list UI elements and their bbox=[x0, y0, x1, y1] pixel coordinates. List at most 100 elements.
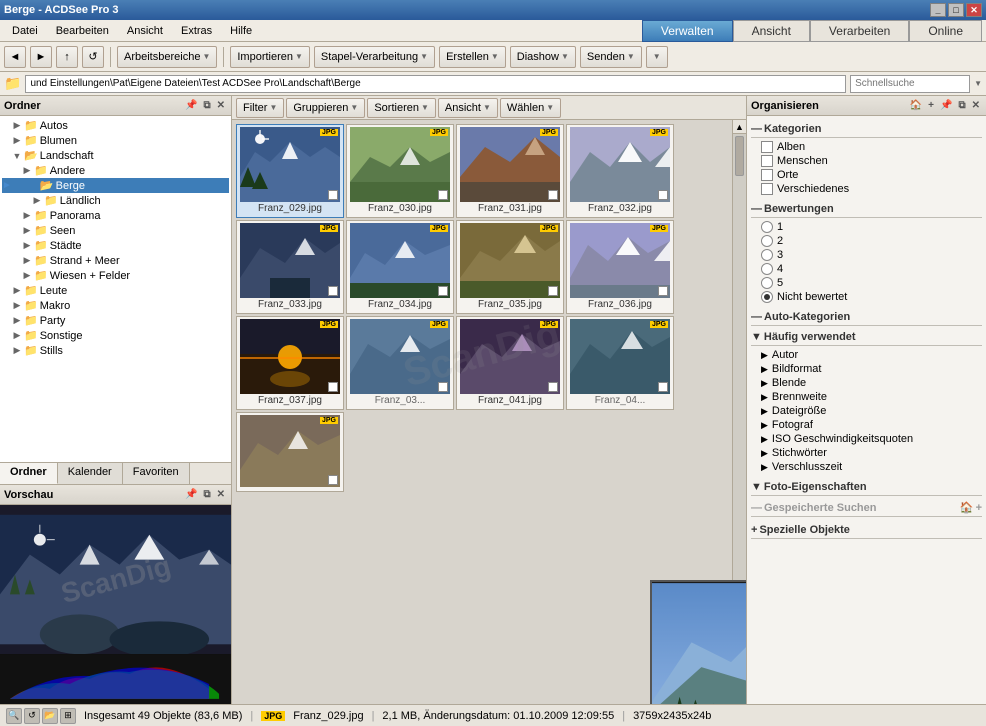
tab-kalender[interactable]: Kalender bbox=[58, 463, 123, 484]
tree-item-staedte[interactable]: ▶ 📁 Städte bbox=[2, 238, 229, 253]
check-042[interactable] bbox=[658, 382, 668, 392]
tree-item-landschaft[interactable]: ▼ 📂 Landschaft bbox=[2, 148, 229, 163]
checkbox-orte[interactable] bbox=[761, 169, 773, 181]
panel-float-button[interactable]: ⧉ bbox=[201, 100, 212, 111]
panel-pin-button[interactable]: 📌 bbox=[183, 100, 199, 111]
menu-datei[interactable]: Datei bbox=[4, 23, 46, 39]
check-036[interactable] bbox=[658, 286, 668, 296]
tree-item-andere[interactable]: ▶ 📁 Andere bbox=[2, 163, 229, 178]
tree-item-leute[interactable]: ▶ 📁 Leute bbox=[2, 283, 229, 298]
tree-item-wiesen[interactable]: ▶ 📁 Wiesen + Felder bbox=[2, 268, 229, 283]
minimize-button[interactable]: _ bbox=[930, 3, 946, 17]
radio-2[interactable] bbox=[761, 235, 773, 247]
check-037[interactable] bbox=[328, 382, 338, 392]
tree-item-autos[interactable]: ▶ 📁 Autos bbox=[2, 118, 229, 133]
thumb-franz045[interactable]: JPG Franz_045.jpg bbox=[236, 412, 344, 492]
thumb-franz037[interactable]: JPG Franz_037.jpg bbox=[236, 316, 344, 410]
thumb-franz036[interactable]: JPG Franz_036.jpg bbox=[566, 220, 674, 314]
checkbox-verschiedenes[interactable] bbox=[761, 183, 773, 195]
ansicht-button[interactable]: Ansicht ▼ bbox=[438, 98, 498, 118]
thumb-franz032[interactable]: JPG Franz_032.jpg bbox=[566, 124, 674, 218]
nav-refresh-button[interactable]: ↺ bbox=[82, 46, 104, 68]
nav-forward-button[interactable]: ► bbox=[30, 46, 52, 68]
tree-item-party[interactable]: ▶ 📁 Party bbox=[2, 313, 229, 328]
tab-ansicht[interactable]: Ansicht bbox=[733, 20, 810, 42]
tab-online[interactable]: Online bbox=[909, 20, 982, 42]
gruppieren-button[interactable]: Gruppieren ▼ bbox=[286, 98, 365, 118]
kategorien-header[interactable]: — Kategorien bbox=[751, 120, 982, 138]
maximize-button[interactable]: □ bbox=[948, 3, 964, 17]
check-030[interactable] bbox=[438, 190, 448, 200]
tree-item-berge[interactable]: ► 📂 Berge bbox=[2, 178, 229, 193]
tree-item-laendlich[interactable]: ▶ 📁 Ländlich bbox=[2, 193, 229, 208]
tab-favoriten[interactable]: Favoriten bbox=[123, 463, 190, 484]
preview-pin-button[interactable]: 📌 bbox=[183, 489, 199, 500]
organise-icon2[interactable]: + bbox=[926, 100, 936, 111]
gespeicherte-icon1[interactable]: 🏠 bbox=[960, 501, 974, 514]
tab-ordner[interactable]: Ordner bbox=[0, 463, 58, 484]
tree-item-sonstige[interactable]: ▶ 📁 Sonstige bbox=[2, 328, 229, 343]
thumb-franz030[interactable]: JPG Franz_030.jpg bbox=[346, 124, 454, 218]
diashow-button[interactable]: Diashow ▼ bbox=[510, 46, 576, 68]
organise-pin[interactable]: 📌 bbox=[938, 100, 954, 111]
check-045[interactable] bbox=[328, 475, 338, 485]
tree-item-seen[interactable]: ▶ 📁 Seen bbox=[2, 223, 229, 238]
status-icon-2[interactable]: ↺ bbox=[24, 708, 40, 724]
more-button[interactable]: ▼ bbox=[646, 46, 668, 68]
spezielle-header[interactable]: + Spezielle Objekte bbox=[751, 521, 982, 539]
search-input[interactable] bbox=[850, 75, 970, 93]
filter-button[interactable]: Filter ▼ bbox=[236, 98, 284, 118]
thumb-franz034[interactable]: JPG Franz_034.jpg bbox=[346, 220, 454, 314]
organise-icon1[interactable]: 🏠 bbox=[908, 100, 924, 111]
sortieren-button[interactable]: Sortieren ▼ bbox=[367, 98, 436, 118]
thumb-franz035[interactable]: JPG Franz_035.jpg bbox=[456, 220, 564, 314]
radio-3[interactable] bbox=[761, 249, 773, 261]
close-button[interactable]: ✕ bbox=[966, 3, 982, 17]
scroll-thumb[interactable] bbox=[735, 136, 744, 176]
thumb-franz038[interactable]: JPG Franz_03... bbox=[346, 316, 454, 410]
organise-float[interactable]: ⧉ bbox=[956, 100, 967, 111]
check-034[interactable] bbox=[438, 286, 448, 296]
erstellen-button[interactable]: Erstellen ▼ bbox=[439, 46, 506, 68]
menu-hilfe[interactable]: Hilfe bbox=[222, 23, 260, 39]
gespeicherte-header[interactable]: — Gespeicherte Suchen 🏠 + bbox=[751, 498, 982, 517]
radio-1[interactable] bbox=[761, 221, 773, 233]
search-dropdown-arrow[interactable]: ▼ bbox=[974, 79, 982, 88]
status-icon-1[interactable]: 🔍 bbox=[6, 708, 22, 724]
thumb-franz042[interactable]: JPG Franz_04... bbox=[566, 316, 674, 410]
tree-item-strand[interactable]: ▶ 📁 Strand + Meer bbox=[2, 253, 229, 268]
path-input[interactable] bbox=[25, 75, 846, 93]
thumb-franz029[interactable]: JPG Franz_029.jpg bbox=[236, 124, 344, 218]
radio-nicht-bewertet[interactable] bbox=[761, 291, 773, 303]
status-icon-4[interactable]: ⊞ bbox=[60, 708, 76, 724]
thumb-franz031[interactable]: JPG Franz_031.jpg bbox=[456, 124, 564, 218]
check-033[interactable] bbox=[328, 286, 338, 296]
senden-button[interactable]: Senden ▼ bbox=[580, 46, 642, 68]
foto-eigenschaften-header[interactable]: ▼ Foto-Eigenschaften bbox=[751, 478, 982, 496]
bewertungen-header[interactable]: — Bewertungen bbox=[751, 200, 982, 218]
waehlen-button[interactable]: Wählen ▼ bbox=[500, 98, 561, 118]
check-029[interactable] bbox=[328, 190, 338, 200]
tree-item-blumen[interactable]: ▶ 📁 Blumen bbox=[2, 133, 229, 148]
radio-4[interactable] bbox=[761, 263, 773, 275]
gespeicherte-icon2[interactable]: + bbox=[976, 502, 982, 514]
stapel-button[interactable]: Stapel-Verarbeitung ▼ bbox=[314, 46, 435, 68]
radio-5[interactable] bbox=[761, 277, 773, 289]
importieren-button[interactable]: Importieren ▼ bbox=[230, 46, 310, 68]
preview-float-button[interactable]: ⧉ bbox=[201, 489, 212, 500]
check-041[interactable] bbox=[548, 382, 558, 392]
check-031[interactable] bbox=[548, 190, 558, 200]
scroll-up-button[interactable]: ▲ bbox=[733, 120, 746, 134]
tree-item-makro[interactable]: ▶ 📁 Makro bbox=[2, 298, 229, 313]
check-038[interactable] bbox=[438, 382, 448, 392]
haeufig-header[interactable]: ▼ Häufig verwendet bbox=[751, 328, 982, 346]
arbeitsbereich-button[interactable]: Arbeitsbereiche ▼ bbox=[117, 46, 217, 68]
tab-verwalten[interactable]: Verwalten bbox=[642, 20, 733, 42]
status-icon-3[interactable]: 📂 bbox=[42, 708, 58, 724]
thumb-franz041[interactable]: JPG Franz_041.jpg bbox=[456, 316, 564, 410]
tab-verarbeiten[interactable]: Verarbeiten bbox=[810, 20, 909, 42]
panel-close-button[interactable]: ✕ bbox=[215, 100, 227, 111]
auto-kategorien-header[interactable]: — Auto-Kategorien bbox=[751, 308, 982, 326]
preview-close-button[interactable]: ✕ bbox=[215, 489, 227, 500]
menu-ansicht[interactable]: Ansicht bbox=[119, 23, 171, 39]
